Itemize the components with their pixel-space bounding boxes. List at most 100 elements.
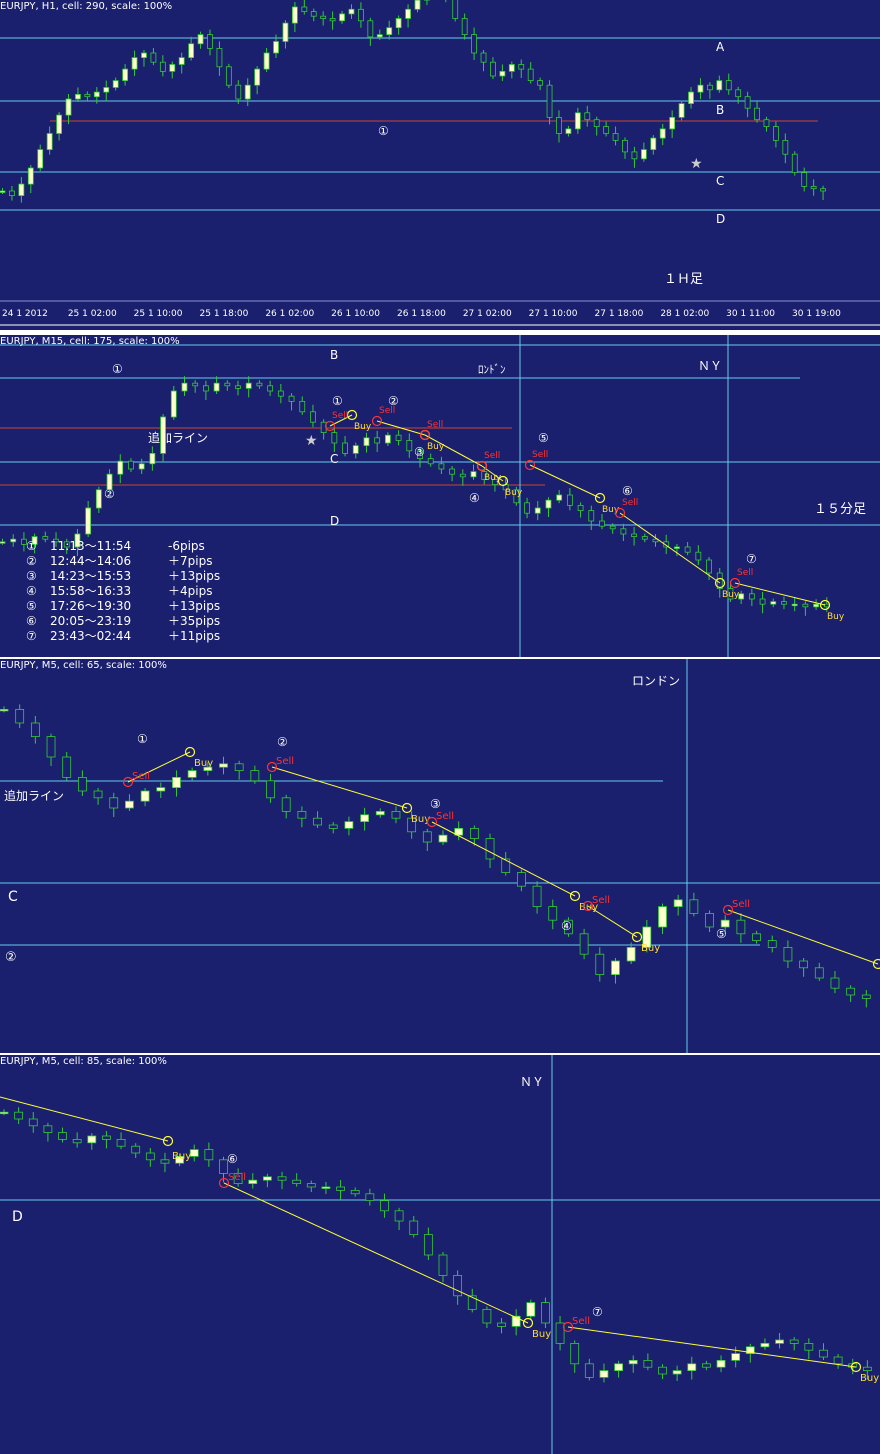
m15-candle xyxy=(331,432,338,444)
h1-candle xyxy=(565,128,572,134)
h1-candle xyxy=(46,133,53,151)
m15-candle xyxy=(556,494,563,501)
m5l-candle xyxy=(30,722,40,738)
h1-candle xyxy=(254,68,261,86)
m5n-candle xyxy=(731,1353,741,1361)
m5l-candle xyxy=(375,810,385,816)
h1-candle xyxy=(508,64,515,72)
m5l-candle xyxy=(438,834,448,843)
h1-candle xyxy=(490,61,496,77)
h1-candle xyxy=(310,11,317,17)
m15-level-label-d: D xyxy=(330,514,339,528)
m15-sell-label: Sell xyxy=(332,411,348,421)
m5n-ny-label: ＮＹ xyxy=(520,1075,544,1089)
m5l-candle xyxy=(469,827,479,839)
h1-candle xyxy=(141,52,147,58)
m5l-buy-label: Buy xyxy=(194,758,213,769)
m5l-trade-2-trend-line xyxy=(271,766,408,809)
m5l-candle xyxy=(297,810,307,819)
m5-london-chart-title: EURJPY, M5, cell: 65, scale: 100% xyxy=(0,660,167,671)
h1-candle xyxy=(329,18,336,22)
m5l-candle xyxy=(705,912,714,928)
h1-candle xyxy=(537,80,544,86)
h1-candle xyxy=(518,64,525,70)
m15-trade-marker: ② xyxy=(388,394,399,408)
h1-x-tick-label: 27 1 18:00 xyxy=(595,309,644,319)
m15-level-label-b: B xyxy=(330,348,338,362)
h1-candle xyxy=(225,66,232,86)
m15-sell-label: Sell xyxy=(532,450,548,460)
m5n-candle xyxy=(0,1111,9,1115)
m5n-candle xyxy=(453,1274,463,1297)
m15-candle xyxy=(395,434,402,441)
m5l-candle xyxy=(846,987,856,996)
m15-level-label-c: C xyxy=(330,452,338,466)
h1-candle xyxy=(37,149,44,169)
m5l-candle xyxy=(281,797,291,812)
h1-candle xyxy=(640,149,647,160)
m5l-buy-label: Buy xyxy=(641,943,660,954)
h1-candle xyxy=(546,84,553,118)
m15-candle xyxy=(85,507,92,535)
h1-candle xyxy=(122,68,129,81)
m5l-candle xyxy=(62,756,72,778)
m5n-candle xyxy=(321,1186,331,1189)
h1-candle xyxy=(9,190,15,196)
m5l-candle xyxy=(673,899,683,908)
m5n-candle xyxy=(262,1176,272,1181)
h1-candle xyxy=(480,52,487,63)
m5l-candle xyxy=(313,817,322,826)
m15-candle xyxy=(781,601,787,605)
m5l-candle xyxy=(93,790,103,799)
h1-timeframe-label: １Ｈ足 xyxy=(664,272,703,287)
m5-ny-candlestick-chart: ＮＹ D Buy Sell Buy Sell Buy ⑥ ⑦ xyxy=(0,1055,880,1454)
h1-x-tick-label: 25 1 10:00 xyxy=(134,309,183,319)
m15-candle xyxy=(566,494,573,506)
h1-candle xyxy=(0,190,6,193)
m5n-candle xyxy=(570,1342,580,1365)
m5n-candle xyxy=(482,1308,492,1324)
m5n-level-label-d: D xyxy=(12,1209,23,1225)
m15-trade-table-time: 12:44～14:06 xyxy=(50,554,131,568)
h1-candle xyxy=(754,107,760,121)
h1-candle xyxy=(820,188,826,192)
h1-candle xyxy=(301,6,308,12)
h1-candle xyxy=(188,43,195,58)
h1-candle xyxy=(527,68,534,81)
h1-candle xyxy=(782,139,789,155)
h1-candle xyxy=(348,8,355,15)
m15-london-label: ﾛﾝﾄﾞﾝ xyxy=(478,363,506,376)
m5l-candle xyxy=(328,824,338,829)
h1-candle xyxy=(197,34,204,45)
h1-candle xyxy=(763,119,770,127)
m5l-candle xyxy=(46,736,56,758)
m15-candle xyxy=(95,489,102,509)
m5n-candle xyxy=(14,1111,24,1120)
m5l-sell-label: Sell xyxy=(732,899,750,910)
m5l-trade-marker: ③ xyxy=(430,797,441,811)
m5l-level-label-2: ② xyxy=(5,950,17,965)
h1-level-label: C xyxy=(716,174,724,188)
m15-candle xyxy=(235,385,241,389)
h1-candle xyxy=(650,137,657,151)
h1-x-tick-label: 26 1 18:00 xyxy=(397,309,446,319)
h1-candle xyxy=(744,96,751,109)
m15-candle xyxy=(438,463,445,470)
m5l-candle xyxy=(140,790,150,802)
m15-candle xyxy=(202,385,209,392)
h1-candle xyxy=(584,112,591,121)
m5n-candle xyxy=(116,1139,126,1147)
h1-candle xyxy=(574,112,581,130)
m5n-candle xyxy=(804,1342,814,1351)
m15-candlestick-chart: BCD①②ﾛﾝﾄﾞﾝ ＮＹ追加ライン ★１５分足SellBuySellBuySell… xyxy=(0,335,880,657)
m15-trade-5-trend-line xyxy=(529,464,601,499)
m5l-sell-label: Sell xyxy=(436,811,454,822)
m15-candle xyxy=(695,551,702,561)
m5l-candle xyxy=(219,763,228,768)
m5n-candle xyxy=(599,1370,609,1378)
m15-candle xyxy=(459,473,466,478)
m5n-candle xyxy=(658,1366,667,1375)
m5l-candle xyxy=(799,960,809,969)
m15-candle xyxy=(374,437,381,444)
m15-candle xyxy=(256,382,263,387)
